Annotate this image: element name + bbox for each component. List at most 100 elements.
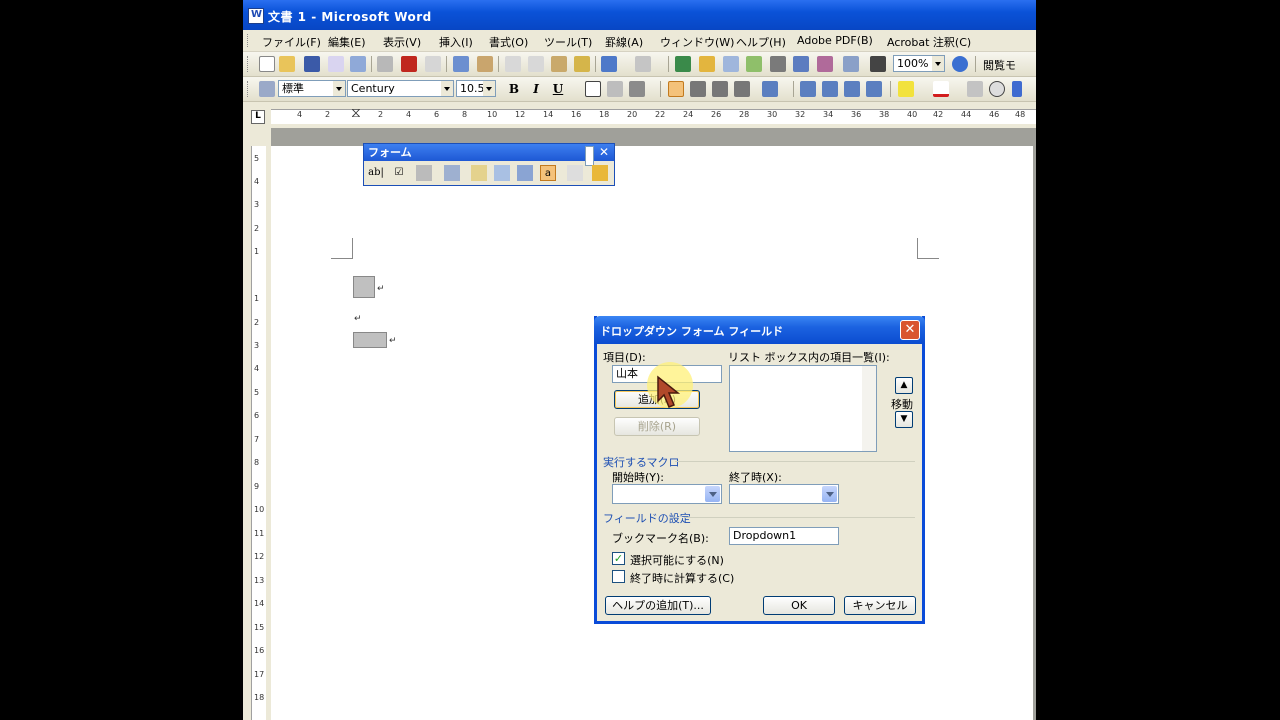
checkbox-form-field[interactable] bbox=[353, 276, 375, 298]
toolbar-grip[interactable] bbox=[247, 81, 251, 97]
bookmark-input[interactable]: Dropdown1 bbox=[729, 527, 839, 545]
tables-borders-icon[interactable] bbox=[699, 56, 715, 72]
close-icon[interactable]: ✕ bbox=[900, 320, 920, 340]
toolbar-grip[interactable] bbox=[247, 56, 251, 72]
enable-checkbox[interactable]: ✓ bbox=[612, 552, 625, 565]
menu-insert[interactable]: 挿入(I) bbox=[439, 34, 473, 50]
print-preview-icon[interactable] bbox=[425, 56, 441, 72]
menu-adobe-pdf[interactable]: Adobe PDF(B) bbox=[797, 34, 873, 47]
columns-icon[interactable] bbox=[770, 56, 786, 72]
checkbox-form-field-icon[interactable]: ☑ bbox=[391, 165, 407, 181]
save-icon[interactable] bbox=[304, 56, 320, 72]
horizontal-ruler[interactable]: L 4 2 ⧖ 2 4 6 8 10 12 14 16 18 20 22 24 … bbox=[243, 104, 1036, 126]
underline-icon[interactable]: U bbox=[550, 81, 566, 97]
open-folder-icon[interactable] bbox=[279, 56, 295, 72]
list-scrollbar[interactable] bbox=[862, 366, 876, 451]
move-down-button[interactable]: ▼ bbox=[895, 411, 913, 428]
fax-icon[interactable] bbox=[377, 56, 393, 72]
menu-file[interactable]: ファイル(F) bbox=[262, 34, 321, 50]
on-entry-select[interactable] bbox=[612, 484, 722, 504]
character-scaling-icon[interactable] bbox=[629, 81, 645, 97]
enclose-characters-icon[interactable] bbox=[989, 81, 1005, 97]
line-spacing-icon[interactable] bbox=[762, 81, 778, 97]
menu-help[interactable]: ヘルプ(H) bbox=[736, 34, 786, 50]
numbering-icon[interactable] bbox=[800, 81, 816, 97]
list-items-box[interactable] bbox=[729, 365, 877, 452]
new-document-icon[interactable] bbox=[259, 56, 275, 72]
hyperlink-icon[interactable] bbox=[675, 56, 691, 72]
redo-icon[interactable] bbox=[635, 56, 651, 72]
show-hide-icon[interactable] bbox=[843, 56, 859, 72]
format-painter-icon[interactable] bbox=[574, 56, 590, 72]
add-help-text-button[interactable]: ヘルプの追加(T)... bbox=[605, 596, 711, 615]
spelling-icon[interactable] bbox=[453, 56, 469, 72]
print-icon[interactable] bbox=[350, 56, 366, 72]
align-center-icon[interactable] bbox=[690, 81, 706, 97]
font-combo[interactable]: Century bbox=[347, 80, 454, 97]
font-color-icon[interactable] bbox=[933, 81, 949, 97]
on-exit-select[interactable] bbox=[729, 484, 839, 504]
dropdown-form-field[interactable] bbox=[353, 332, 387, 348]
menu-grip[interactable] bbox=[247, 34, 251, 47]
menu-table[interactable]: 罫線(A) bbox=[605, 34, 643, 50]
insert-table-icon[interactable] bbox=[494, 165, 510, 181]
tab-selector[interactable]: L bbox=[251, 110, 265, 124]
italic-icon[interactable]: I bbox=[528, 81, 544, 97]
vertical-ruler[interactable]: 5 4 3 2 1 1 2 3 4 5 6 7 8 9 10 11 12 13 … bbox=[251, 146, 266, 720]
insert-frame-icon[interactable] bbox=[517, 165, 533, 181]
draw-table-icon[interactable] bbox=[471, 165, 487, 181]
chevron-down-icon[interactable] bbox=[932, 56, 944, 71]
research-icon[interactable] bbox=[477, 56, 493, 72]
undo-icon[interactable] bbox=[601, 56, 617, 72]
chevron-down-icon[interactable] bbox=[822, 486, 837, 502]
forms-toolbar-header[interactable]: フォーム ▼ ✕ bbox=[364, 144, 614, 166]
zoom-combo[interactable]: 100% bbox=[893, 55, 945, 72]
style-combo[interactable]: 標準 bbox=[278, 80, 346, 97]
increase-indent-icon[interactable] bbox=[866, 81, 882, 97]
justify-icon[interactable] bbox=[668, 81, 684, 97]
form-field-options-icon[interactable] bbox=[444, 165, 460, 181]
highlight-icon[interactable] bbox=[898, 81, 914, 97]
copy-icon[interactable] bbox=[528, 56, 544, 72]
form-field-shading-icon[interactable]: a bbox=[540, 165, 556, 181]
dialog-title-bar[interactable]: ドロップダウン フォーム フィールド ✕ bbox=[594, 316, 925, 344]
chevron-down-icon[interactable] bbox=[333, 81, 345, 96]
menu-view[interactable]: 表示(V) bbox=[383, 34, 421, 50]
text-form-field-icon[interactable]: ab| bbox=[368, 165, 384, 181]
close-icon[interactable]: ✕ bbox=[599, 144, 609, 161]
insert-table-icon[interactable] bbox=[723, 56, 739, 72]
chevron-down-icon[interactable] bbox=[483, 81, 495, 96]
menu-tools[interactable]: ツール(T) bbox=[544, 34, 592, 50]
decrease-indent-icon[interactable] bbox=[844, 81, 860, 97]
font-size-combo[interactable]: 10.5 bbox=[456, 80, 496, 97]
reading-mode-button[interactable]: 閲覧モ bbox=[983, 57, 1016, 73]
phonetic-guide-icon[interactable] bbox=[967, 81, 983, 97]
calculate-on-exit-checkbox[interactable] bbox=[612, 570, 625, 583]
indent-marker-icon[interactable]: ⧖ bbox=[351, 105, 361, 121]
distribute-icon[interactable] bbox=[734, 81, 750, 97]
document-map-icon[interactable] bbox=[817, 56, 833, 72]
permission-icon[interactable] bbox=[328, 56, 344, 72]
ok-button[interactable]: OK bbox=[763, 596, 835, 615]
align-right-icon[interactable] bbox=[712, 81, 728, 97]
character-border-icon[interactable] bbox=[585, 81, 601, 97]
remove-button[interactable]: 削除(R) bbox=[614, 417, 700, 436]
menu-window[interactable]: ウィンドウ(W) bbox=[660, 34, 734, 50]
cancel-button[interactable]: キャンセル bbox=[844, 596, 916, 615]
ruler-bar[interactable] bbox=[271, 109, 1036, 124]
pdf-icon[interactable] bbox=[401, 56, 417, 72]
bold-icon[interactable]: B bbox=[506, 81, 522, 97]
toolbar-options-icon[interactable] bbox=[1012, 81, 1022, 97]
bullets-icon[interactable] bbox=[822, 81, 838, 97]
insert-excel-icon[interactable] bbox=[746, 56, 762, 72]
word-app-icon[interactable] bbox=[248, 8, 264, 24]
chevron-down-icon[interactable] bbox=[705, 486, 720, 502]
cut-icon[interactable] bbox=[505, 56, 521, 72]
styles-formatting-icon[interactable] bbox=[259, 81, 275, 97]
move-up-button[interactable]: ▲ bbox=[895, 377, 913, 394]
character-shading-icon[interactable] bbox=[607, 81, 623, 97]
lock-icon[interactable] bbox=[592, 165, 608, 181]
help-icon[interactable] bbox=[952, 56, 968, 72]
dropdown-form-field-icon[interactable] bbox=[416, 165, 432, 181]
drawing-icon[interactable] bbox=[793, 56, 809, 72]
